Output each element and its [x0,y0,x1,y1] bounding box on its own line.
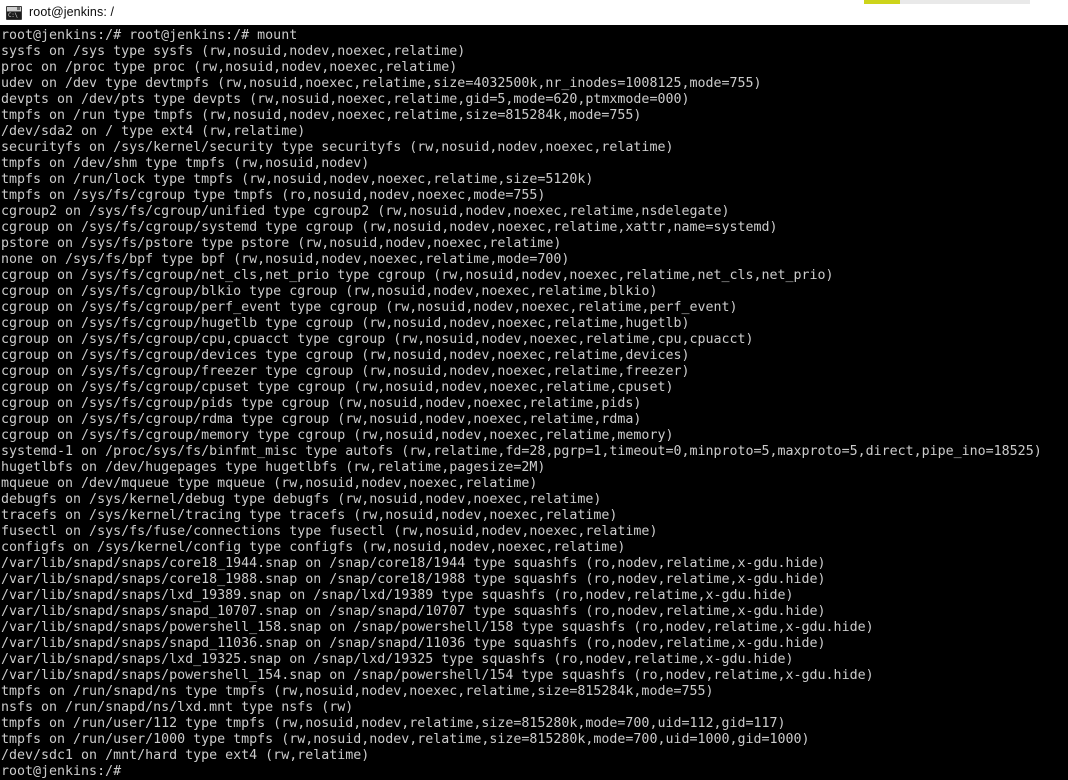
terminal-line: devpts on /dev/pts type devpts (rw,nosui… [1,92,690,107]
window-titlebar[interactable]: C:\ root@jenkins: / [0,0,1068,25]
terminal-line: sysfs on /sys type sysfs (rw,nosuid,node… [1,44,466,59]
terminal-line: mqueue on /dev/mqueue type mqueue (rw,no… [1,476,538,491]
accent-track-bar [900,0,1030,4]
terminal-line: root@jenkins:/# root@jenkins:/# mount [1,28,298,43]
terminal-line: pstore on /sys/fs/pstore type pstore (rw… [1,236,562,251]
terminal-line: /var/lib/snapd/snaps/powershell_158.snap… [1,620,874,635]
terminal-line: cgroup on /sys/fs/cgroup/net_cls,net_pri… [1,268,834,283]
terminal-line: udev on /dev type devtmpfs (rw,nosuid,no… [1,76,762,91]
terminal-line: /var/lib/snapd/snaps/core18_1988.snap on… [1,572,826,587]
terminal-line: cgroup on /sys/fs/cgroup/perf_event type… [1,300,738,315]
terminal-line: fusectl on /sys/fs/fuse/connections type… [1,524,658,539]
terminal-line: /var/lib/snapd/snaps/lxd_19389.snap on /… [1,588,794,603]
console-icon: C:\ [6,5,22,20]
terminal-line: cgroup on /sys/fs/cgroup/cpu,cpuacct typ… [1,332,754,347]
terminal-line: /var/lib/snapd/snaps/snapd_11036.snap on… [1,636,826,651]
terminal-line: hugetlbfs on /dev/hugepages type hugetlb… [1,460,546,475]
terminal-line: cgroup on /sys/fs/cgroup/blkio type cgro… [1,284,658,299]
terminal-line: /var/lib/snapd/snaps/lxd_19325.snap on /… [1,652,794,667]
terminal-line: nsfs on /run/snapd/ns/lxd.mnt type nsfs … [1,700,354,715]
terminal-line: root@jenkins:/# [1,764,1068,780]
terminal-line: systemd-1 on /proc/sys/fs/binfmt_misc ty… [1,444,1042,459]
terminal-line: tmpfs on /sys/fs/cgroup type tmpfs (ro,n… [1,188,546,203]
terminal-line: tmpfs on /run type tmpfs (rw,nosuid,node… [1,108,642,123]
terminal-line: cgroup on /sys/fs/cgroup/hugetlb type cg… [1,316,690,331]
terminal-window: C:\ root@jenkins: / root@jenkins:/# root… [0,0,1068,780]
terminal-line: tmpfs on /run/lock type tmpfs (rw,nosuid… [1,172,594,187]
terminal-output[interactable]: root@jenkins:/# root@jenkins:/# mount sys… [0,25,1068,780]
terminal-line: cgroup2 on /sys/fs/cgroup/unified type c… [1,204,730,219]
terminal-line: /dev/sda2 on / type ext4 (rw,relatime) [1,124,306,139]
terminal-line: securityfs on /sys/kernel/security type … [1,140,674,155]
terminal-line: cgroup on /sys/fs/cgroup/devices type cg… [1,348,690,363]
terminal-line: configfs on /sys/kernel/config type conf… [1,540,626,555]
terminal-line: none on /sys/fs/bpf type bpf (rw,nosuid,… [1,252,570,267]
terminal-line: /var/lib/snapd/snaps/powershell_154.snap… [1,668,874,683]
terminal-line: tmpfs on /dev/shm type tmpfs (rw,nosuid,… [1,156,370,171]
terminal-line: cgroup on /sys/fs/cgroup/pids type cgrou… [1,396,642,411]
terminal-line: cgroup on /sys/fs/cgroup/systemd type cg… [1,220,778,235]
terminal-line: debugfs on /sys/kernel/debug type debugf… [1,492,602,507]
terminal-line: /var/lib/snapd/snaps/snapd_10707.snap on… [1,604,826,619]
console-icon-screen: C:\ [7,11,21,19]
terminal-line: cgroup on /sys/fs/cgroup/freezer type cg… [1,364,690,379]
terminal-line: /var/lib/snapd/snaps/core18_1944.snap on… [1,556,826,571]
terminal-line: tracefs on /sys/kernel/tracing type trac… [1,508,618,523]
terminal-line: tmpfs on /run/snapd/ns type tmpfs (rw,no… [1,684,714,699]
terminal-line: tmpfs on /run/user/1000 type tmpfs (rw,n… [1,732,810,747]
terminal-line: cgroup on /sys/fs/cgroup/memory type cgr… [1,428,674,443]
terminal-line: cgroup on /sys/fs/cgroup/cpuset type cgr… [1,380,674,395]
terminal-line: tmpfs on /run/user/112 type tmpfs (rw,no… [1,716,786,731]
terminal-line: cgroup on /sys/fs/cgroup/rdma type cgrou… [1,412,642,427]
window-title: root@jenkins: / [29,5,115,19]
accent-highlight-bar [864,0,900,4]
terminal-line: /dev/sdc1 on /mnt/hard type ext4 (rw,rel… [1,748,370,763]
terminal-line: proc on /proc type proc (rw,nosuid,nodev… [1,60,458,75]
